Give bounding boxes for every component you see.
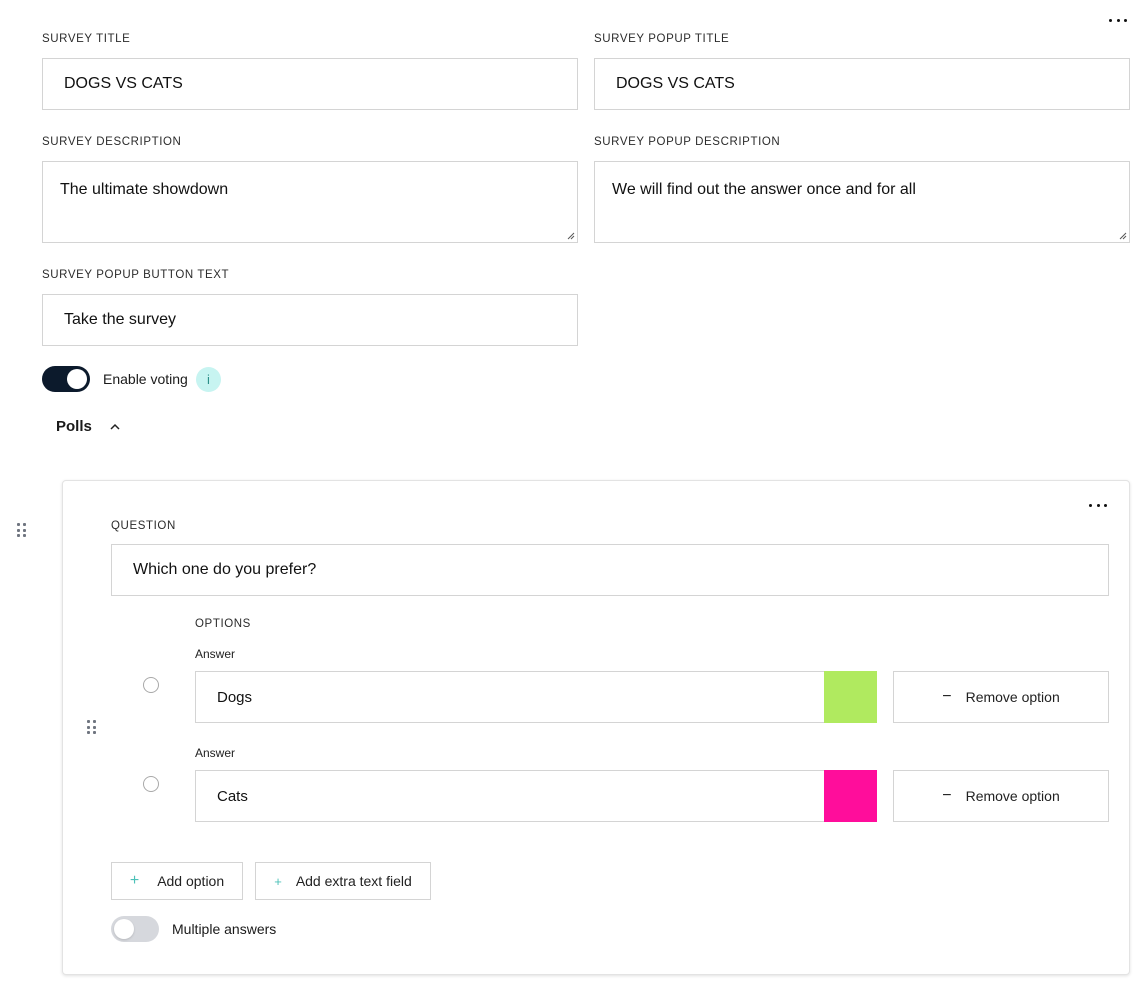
answer-color-swatch[interactable] [824,671,877,723]
answer-label: Answer [195,647,236,661]
info-glyph: i [207,372,210,387]
remove-option-label: Remove option [965,788,1060,804]
remove-option-button[interactable]: − Remove option [893,770,1109,822]
plus-icon: + [129,872,140,889]
question-value: Which one do you prefer? [133,561,317,578]
popup-button-text-input[interactable]: Take the survey [42,294,578,346]
answer-value: Dogs [217,688,253,706]
answer-radio[interactable] [143,677,159,693]
options-label: OPTIONS [195,618,251,630]
answer-input[interactable]: Dogs [195,671,877,723]
resize-grip-icon[interactable] [567,232,575,240]
survey-title-label: SURVEY TITLE [42,33,131,45]
add-option-button[interactable]: + Add option [111,862,243,900]
poll-card: QUESTION Which one do you prefer? OPTION… [62,480,1130,975]
add-extra-text-field-label: Add extra text field [295,873,412,889]
add-option-label: Add option [157,873,225,889]
survey-title-input[interactable]: DOGS VS CATS [42,58,578,110]
poll-drag-handle-icon[interactable] [17,523,26,537]
minus-icon: − [942,787,952,804]
enable-voting-label: Enable voting [103,371,188,387]
answer-value: Cats [217,787,248,805]
popup-button-text-label: SURVEY POPUP BUTTON TEXT [42,269,230,281]
multiple-answers-toggle[interactable] [111,916,159,942]
question-input[interactable]: Which one do you prefer? [111,544,1109,596]
remove-option-label: Remove option [965,689,1060,705]
answer-label: Answer [195,746,236,760]
info-icon[interactable]: i [196,367,221,392]
survey-description-value: The ultimate showdown [60,181,229,198]
toggle-knob [67,369,87,389]
popup-title-value: DOGS VS CATS [616,75,735,92]
poll-more-options-icon[interactable] [1089,502,1107,508]
question-label: QUESTION [111,520,176,532]
popup-title-label: SURVEY POPUP TITLE [594,33,730,45]
add-extra-text-field-button[interactable]: + Add extra text field [255,862,431,900]
multiple-answers-label: Multiple answers [172,921,277,937]
popup-description-value: We will find out the answer once and for… [612,181,916,198]
minus-icon: − [942,688,952,705]
enable-voting-toggle[interactable] [42,366,90,392]
chevron-up-icon[interactable] [109,422,121,432]
survey-description-label: SURVEY DESCRIPTION [42,136,182,148]
popup-button-text-value: Take the survey [64,311,177,328]
survey-description-textarea[interactable]: The ultimate showdown [42,161,578,243]
resize-grip-icon[interactable] [1119,232,1127,240]
answer-color-swatch[interactable] [824,770,877,822]
toggle-knob [114,919,134,939]
survey-title-value: DOGS VS CATS [64,75,183,92]
popup-title-input[interactable]: DOGS VS CATS [594,58,1130,110]
popup-description-label: SURVEY POPUP DESCRIPTION [594,136,781,148]
remove-option-button[interactable]: − Remove option [893,671,1109,723]
answer-radio[interactable] [143,776,159,792]
plus-icon: + [274,873,282,889]
answer-input[interactable]: Cats [195,770,877,822]
more-options-icon[interactable] [1109,17,1127,23]
options-drag-handle-icon[interactable] [87,720,96,734]
polls-heading[interactable]: Polls [56,418,92,435]
popup-description-textarea[interactable]: We will find out the answer once and for… [594,161,1130,243]
